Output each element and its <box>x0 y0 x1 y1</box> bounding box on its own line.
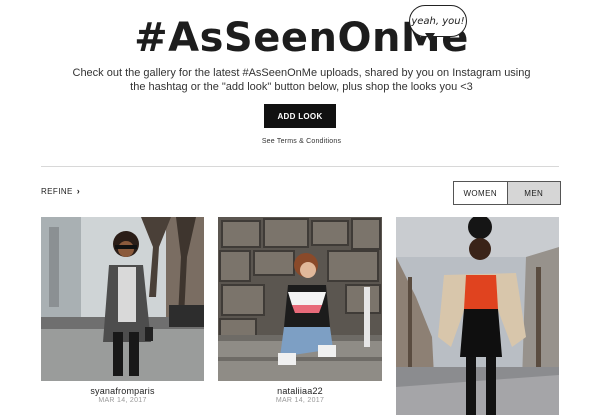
look-photo[interactable] <box>396 217 559 415</box>
gallery-card[interactable]: syanafromparis MAR 14, 2017 <box>41 217 204 404</box>
username[interactable]: nataliiaa22 <box>218 386 382 396</box>
refine-button[interactable]: REFINE › <box>41 186 80 196</box>
gender-toggle: WOMEN MEN <box>453 181 561 205</box>
username[interactable]: syanafromparis <box>41 386 204 396</box>
divider <box>41 166 559 167</box>
tab-men[interactable]: MEN <box>506 182 560 204</box>
tab-women[interactable]: WOMEN <box>454 182 507 204</box>
look-photo[interactable] <box>218 217 382 381</box>
gallery-card[interactable]: nataliiaa22 MAR 14, 2017 <box>218 217 382 404</box>
speech-bubble-tail <box>425 33 435 41</box>
speech-bubble: yeah, you! <box>409 5 467 37</box>
chevron-right-icon: › <box>76 186 81 196</box>
page-title: #AsSeenOnMe <box>134 15 469 61</box>
post-date: MAR 14, 2017 <box>275 397 325 404</box>
refine-label: REFINE <box>41 186 73 196</box>
look-photo[interactable] <box>41 217 204 381</box>
terms-link[interactable]: See Terms & Conditions <box>0 138 603 145</box>
intro-text: Check out the gallery for the latest #As… <box>72 67 531 93</box>
post-date: MAR 14, 2017 <box>98 397 147 404</box>
add-look-button[interactable]: ADD LOOK <box>264 104 336 128</box>
gallery-card[interactable] <box>396 217 559 415</box>
